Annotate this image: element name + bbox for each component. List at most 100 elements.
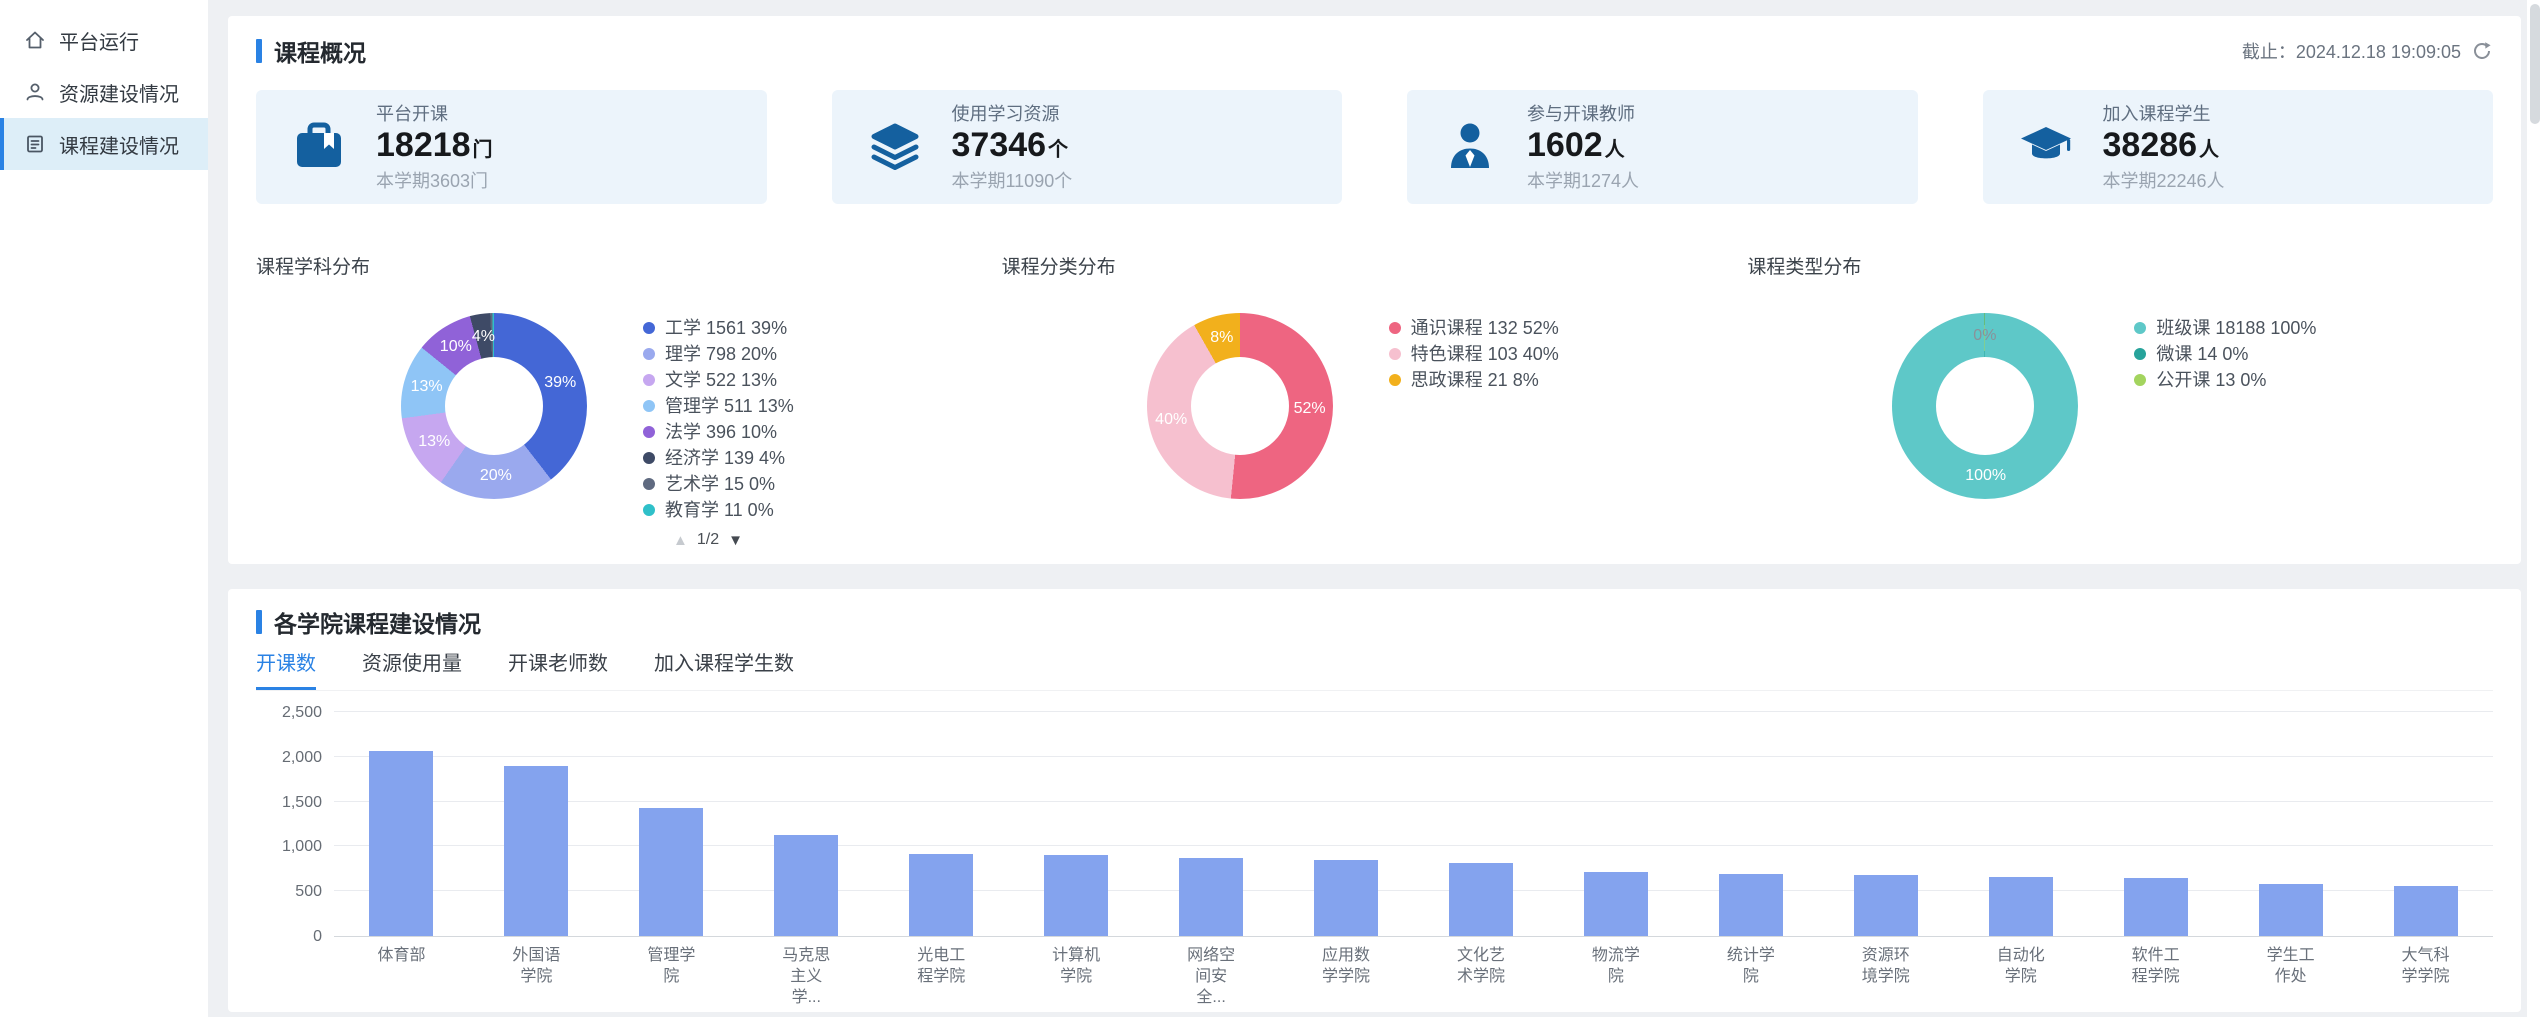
bar-slot [1144,713,1279,936]
donut-title-type-distribution: 课程类型分布 [1747,252,2493,279]
legend-item[interactable]: 管理学 511 13% [643,393,794,419]
stat-value: 38286人 [2103,126,2225,169]
legend-pager: ▲1/2▼ [673,531,794,549]
graduate-icon [2017,118,2075,176]
y-axis-label: 0 [256,928,322,946]
legend-item[interactable]: 微课 14 0% [2134,341,2316,367]
stat-unit: 人 [1605,139,1625,161]
stat-sub: 本学期3603门 [376,169,493,193]
legend-item[interactable]: 艺术学 15 0% [643,471,794,497]
course-overview-card: 课程概况 截止：2024.12.18 19:09:05 平台开课18218门本学… [228,16,2521,564]
donut-section-type-distribution: 课程类型分布100%0%班级课 18188 100%微课 14 0%公开课 13… [1747,252,2493,549]
tab-teacher-count[interactable]: 开课老师数 [508,647,608,690]
stat-value: 37346个 [952,126,1073,169]
x-axis-label-text: 资源环境学院 [1858,945,1914,1008]
donut-slice-label: 13% [418,433,450,451]
legend-item[interactable]: 思政课程 21 8% [1389,367,1559,393]
sidebar-item-course-construction[interactable]: 课程建设情况 [0,118,208,170]
x-axis-label: 光电工程学院 [874,945,1009,1008]
stat-card-courses: 平台开课18218门本学期3603门 [256,90,767,204]
x-axis-label-text: 应用数学学院 [1318,945,1374,1008]
x-axis-label: 外国语学院 [469,945,604,1008]
legend-item[interactable]: 工学 1561 39% [643,315,794,341]
legend-marker [643,478,655,490]
refresh-icon[interactable] [2471,40,2493,62]
donut-slice-label: 8% [1210,329,1233,347]
bar-2 [504,766,568,936]
college-card-header: 各学院课程建设情况 [256,609,2493,635]
page-scrollbar-track[interactable] [2527,0,2543,1017]
stat-card-resources: 使用学习资源37346个本学期11090个 [832,90,1343,204]
legend-item[interactable]: 特色课程 103 40% [1389,341,1559,367]
deadline-text: 截止：2024.12.18 19:09:05 [2242,38,2461,64]
bar-slot [874,713,1009,936]
x-axis-label-text: 管理学院 [643,945,699,1008]
x-axis-label: 统计学院 [1683,945,1818,1008]
home-icon [24,29,46,51]
x-axis-label: 大气科学学院 [2358,945,2493,1008]
donut-slice-label: 10% [440,338,472,356]
x-axis-label-text: 网络空间安全... [1183,945,1239,1008]
college-course-card: 各学院课程建设情况 开课数 资源使用量 开课老师数 加入课程学生数 05001,000… [228,589,2521,1012]
x-axis-label-text: 软件工程学院 [2128,945,2184,1008]
stat-label: 平台开课 [376,102,493,126]
legend-item[interactable]: 理学 798 20% [643,341,794,367]
x-axis-label: 马克思主义学... [739,945,874,1008]
pager-up-arrow[interactable]: ▲ [673,532,688,549]
tab-student-count[interactable]: 加入课程学生数 [654,647,794,690]
legend-marker [643,322,655,334]
legend-item[interactable]: 文学 522 13% [643,367,794,393]
x-axis-label-text: 外国语学院 [508,945,564,1008]
x-axis-label: 应用数学学院 [1279,945,1414,1008]
legend-item[interactable]: 教育学 11 0% [643,497,794,523]
x-axis-label-text: 统计学院 [1723,945,1779,1008]
page-scrollbar-thumb[interactable] [2530,4,2540,124]
bar-chart: 05001,0001,5002,0002,500 [256,713,2493,937]
donut-slice-label: 40% [1155,411,1187,429]
gridline [334,711,2493,712]
x-axis-label: 网络空间安全... [1144,945,1279,1008]
legend-item[interactable]: 法学 396 10% [643,419,794,445]
stat-sub: 本学期22246人 [2103,169,2225,193]
donut-wrap: 39%20%13%13%10%4%工学 1561 39%理学 798 20%文学… [256,313,1002,549]
pager-down-arrow[interactable]: ▼ [728,532,743,549]
legend-type-distribution: 班级课 18188 100%微课 14 0%公开课 13 0% [2134,313,2316,393]
bar-slot [1683,713,1818,936]
stat-sub: 本学期11090个 [952,169,1073,193]
app: 平台运行资源建设情况课程建设情况 课程概况 截止：2024.12.18 19:0… [0,0,2543,1017]
legend-category-distribution: 通识课程 132 52%特色课程 103 40%思政课程 21 8% [1389,313,1559,393]
legend-label: 班级课 18188 100% [2156,315,2316,341]
stat-text: 加入课程学生38286人本学期22246人 [2103,102,2225,193]
legend-item[interactable]: 班级课 18188 100% [2134,315,2316,341]
tab-course-count[interactable]: 开课数 [256,647,316,690]
main-content: 课程概况 截止：2024.12.18 19:09:05 平台开课18218门本学… [208,0,2527,1017]
x-axis-label-text: 光电工程学院 [913,945,969,1008]
bar-slot [604,713,739,936]
overview-title: 课程概况 [274,34,366,68]
tab-resource-usage[interactable]: 资源使用量 [362,647,462,690]
legend-item[interactable]: 通识课程 132 52% [1389,315,1559,341]
bar-chart-y-axis: 05001,0001,5002,0002,500 [256,713,334,937]
legend-label: 思政课程 21 8% [1411,367,1539,393]
legend-label: 法学 396 10% [665,419,777,445]
stat-label: 参与开课教师 [1527,102,1639,126]
x-axis-label: 自动化学院 [1953,945,2088,1008]
briefcase-icon [290,118,348,176]
sidebar-item-resource-construction[interactable]: 资源建设情况 [0,66,208,118]
college-card-title: 各学院课程建设情况 [274,605,481,639]
legend-label: 经济学 139 4% [665,445,785,471]
x-axis-label-text: 学生工作处 [2263,945,2319,1008]
sidebar: 平台运行资源建设情况课程建设情况 [0,0,208,1017]
bar-13 [1989,877,2053,936]
sidebar-item-platform-operation[interactable]: 平台运行 [0,14,208,66]
legend-marker [643,504,655,516]
legend-item[interactable]: 经济学 139 4% [643,445,794,471]
bar-15 [2259,884,2323,936]
stat-card-teachers: 参与开课教师1602人本学期1274人 [1407,90,1918,204]
y-axis-label: 1,500 [256,794,322,812]
legend-label: 公开课 13 0% [2156,367,2266,393]
legend-label: 通识课程 132 52% [1411,315,1559,341]
sidebar-item-label: 课程建设情况 [59,130,179,159]
bar-slot [334,713,469,936]
legend-item[interactable]: 公开课 13 0% [2134,367,2316,393]
